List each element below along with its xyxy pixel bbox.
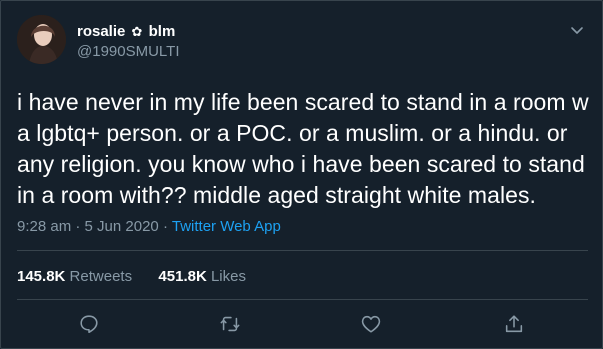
reply-icon[interactable] <box>78 313 100 335</box>
tweet-date[interactable]: 5 Jun 2020 <box>85 218 159 235</box>
like-icon[interactable] <box>360 313 382 335</box>
tweet-meta: 9:28 am · 5 Jun 2020 · Twitter Web App <box>17 218 281 235</box>
meta-separator: · <box>162 218 168 235</box>
retweet-icon[interactable] <box>219 313 241 335</box>
likes-label: Likes <box>210 268 246 285</box>
meta-separator: · <box>75 218 81 235</box>
retweets-count: 145.8K <box>17 268 66 285</box>
user-names: rosalie ✿ blm @1990SMULTI <box>77 23 180 62</box>
tweet-time[interactable]: 9:28 am <box>17 218 71 235</box>
divider <box>17 250 588 251</box>
avatar-image <box>17 15 66 64</box>
chevron-down-icon[interactable] <box>570 23 584 37</box>
user-handle[interactable]: @1990SMULTI <box>77 42 180 62</box>
share-icon[interactable] <box>503 313 525 335</box>
likes-count: 451.8K <box>158 268 207 285</box>
retweets-stat[interactable]: 145.8K Retweets <box>17 268 136 285</box>
display-name-suffix: blm <box>148 23 176 40</box>
tweet-card: rosalie ✿ blm @1990SMULTI i have never i… <box>0 0 603 349</box>
tweet-source-link[interactable]: Twitter Web App <box>172 218 281 235</box>
display-name-text: rosalie <box>77 23 126 40</box>
flower-icon: ✿ <box>131 24 143 39</box>
likes-stat[interactable]: 451.8K Likes <box>158 268 246 285</box>
display-name[interactable]: rosalie ✿ blm <box>77 23 180 41</box>
tweet-stats: 145.8K Retweets 451.8K Likes <box>17 268 246 285</box>
tweet-text: i have never in my life been scared to s… <box>17 89 589 208</box>
avatar[interactable] <box>17 15 66 64</box>
divider <box>17 299 588 300</box>
retweets-label: Retweets <box>69 268 133 285</box>
action-bar <box>1 313 603 337</box>
